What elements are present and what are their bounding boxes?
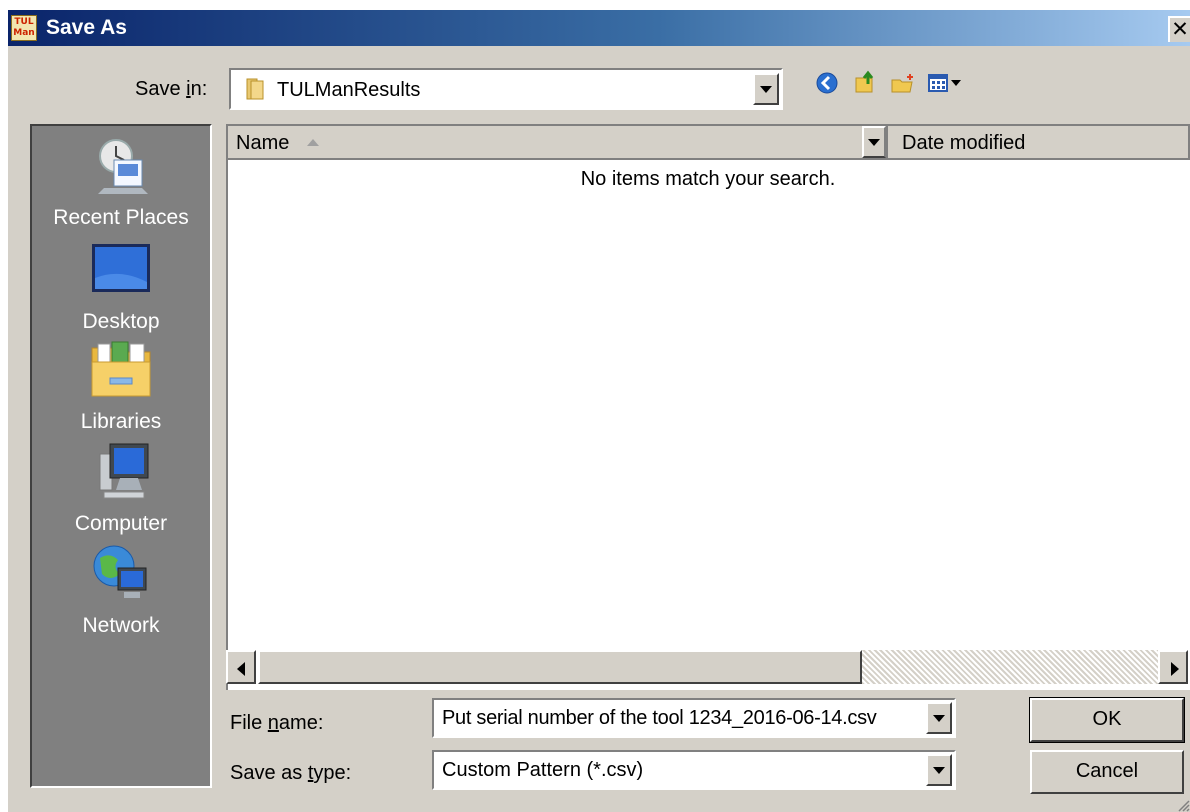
chevron-down-icon: [760, 86, 772, 93]
column-header-date-label: Date modified: [902, 132, 1026, 154]
file-list[interactable]: Name Date modified No items match your s…: [226, 124, 1190, 690]
place-label: Desktop: [82, 310, 160, 333]
ok-button[interactable]: OK: [1029, 697, 1185, 743]
place-recent-places[interactable]: Recent Places: [32, 134, 210, 234]
chevron-down-icon: [933, 715, 945, 722]
dialog-title: Save As: [46, 16, 127, 39]
horizontal-scrollbar[interactable]: [226, 650, 1190, 684]
place-label: Recent Places: [53, 206, 189, 229]
file-name-field[interactable]: Put serial number of the tool 1234_2016-…: [432, 698, 956, 738]
empty-message: No items match your search.: [580, 168, 836, 190]
place-desktop[interactable]: Desktop: [32, 236, 210, 336]
app-logo-icon: TUL Man: [11, 15, 37, 41]
column-header-date-modified[interactable]: Date modified: [888, 126, 1190, 160]
save-in-combo[interactable]: TULManResults: [229, 68, 783, 110]
folder-icon: [246, 78, 264, 100]
sort-ascending-icon: [307, 139, 319, 146]
save-as-type-label: Save as type:: [230, 762, 352, 784]
place-computer[interactable]: Computer: [32, 440, 210, 540]
place-network[interactable]: Network: [32, 542, 210, 642]
file-name-value: Put serial number of the tool 1234_2016-…: [442, 707, 877, 729]
column-name-dropdown-button[interactable]: [862, 126, 886, 158]
column-header-name[interactable]: Name: [228, 126, 888, 160]
desktop-icon: [92, 244, 150, 292]
arrow-left-icon: [237, 662, 245, 676]
save-as-dialog: TULMan Save As ✕ Save in: TULManResults: [8, 10, 1190, 812]
place-label: Computer: [74, 512, 168, 535]
file-name-label: File name:: [230, 712, 324, 734]
cancel-button[interactable]: Cancel: [1030, 750, 1184, 794]
up-folder-icon[interactable]: [854, 70, 878, 94]
save-in-label: Save in:: [135, 78, 208, 100]
save-as-type-value: Custom Pattern (*.csv): [442, 759, 644, 781]
places-bar: Recent Places Desktop Libraries Computer…: [30, 124, 212, 788]
arrow-right-icon: [1171, 662, 1179, 676]
place-libraries[interactable]: Libraries: [32, 338, 210, 438]
save-in-value: TULManResults: [277, 79, 421, 101]
recent-places-icon: [98, 139, 148, 194]
place-label: Network: [82, 614, 160, 637]
file-name-dropdown-button[interactable]: [926, 702, 952, 734]
save-as-type-select[interactable]: Custom Pattern (*.csv): [432, 750, 956, 790]
chevron-down-icon: [868, 139, 880, 146]
view-menu-icon[interactable]: [928, 72, 962, 94]
new-folder-icon[interactable]: [890, 72, 916, 94]
close-icon: ✕: [1171, 17, 1189, 41]
scroll-left-button[interactable]: [226, 650, 256, 684]
title-bar[interactable]: TUL Man Save As ✕: [8, 10, 1190, 46]
save-in-dropdown-button[interactable]: [753, 73, 779, 105]
place-label: Libraries: [80, 410, 162, 433]
scroll-right-button[interactable]: [1158, 650, 1188, 684]
scrollbar-thumb[interactable]: [258, 650, 862, 684]
back-icon[interactable]: [816, 72, 838, 94]
chevron-down-icon: [933, 767, 945, 774]
close-button[interactable]: ✕: [1168, 16, 1190, 42]
save-as-type-dropdown-button[interactable]: [926, 754, 952, 786]
scrollbar-track[interactable]: [862, 650, 1158, 684]
column-header-name-label: Name: [236, 132, 290, 154]
libraries-icon: [91, 341, 151, 397]
resize-grip-icon[interactable]: [1176, 798, 1190, 812]
computer-icon: [99, 443, 149, 499]
network-icon: [93, 545, 147, 598]
